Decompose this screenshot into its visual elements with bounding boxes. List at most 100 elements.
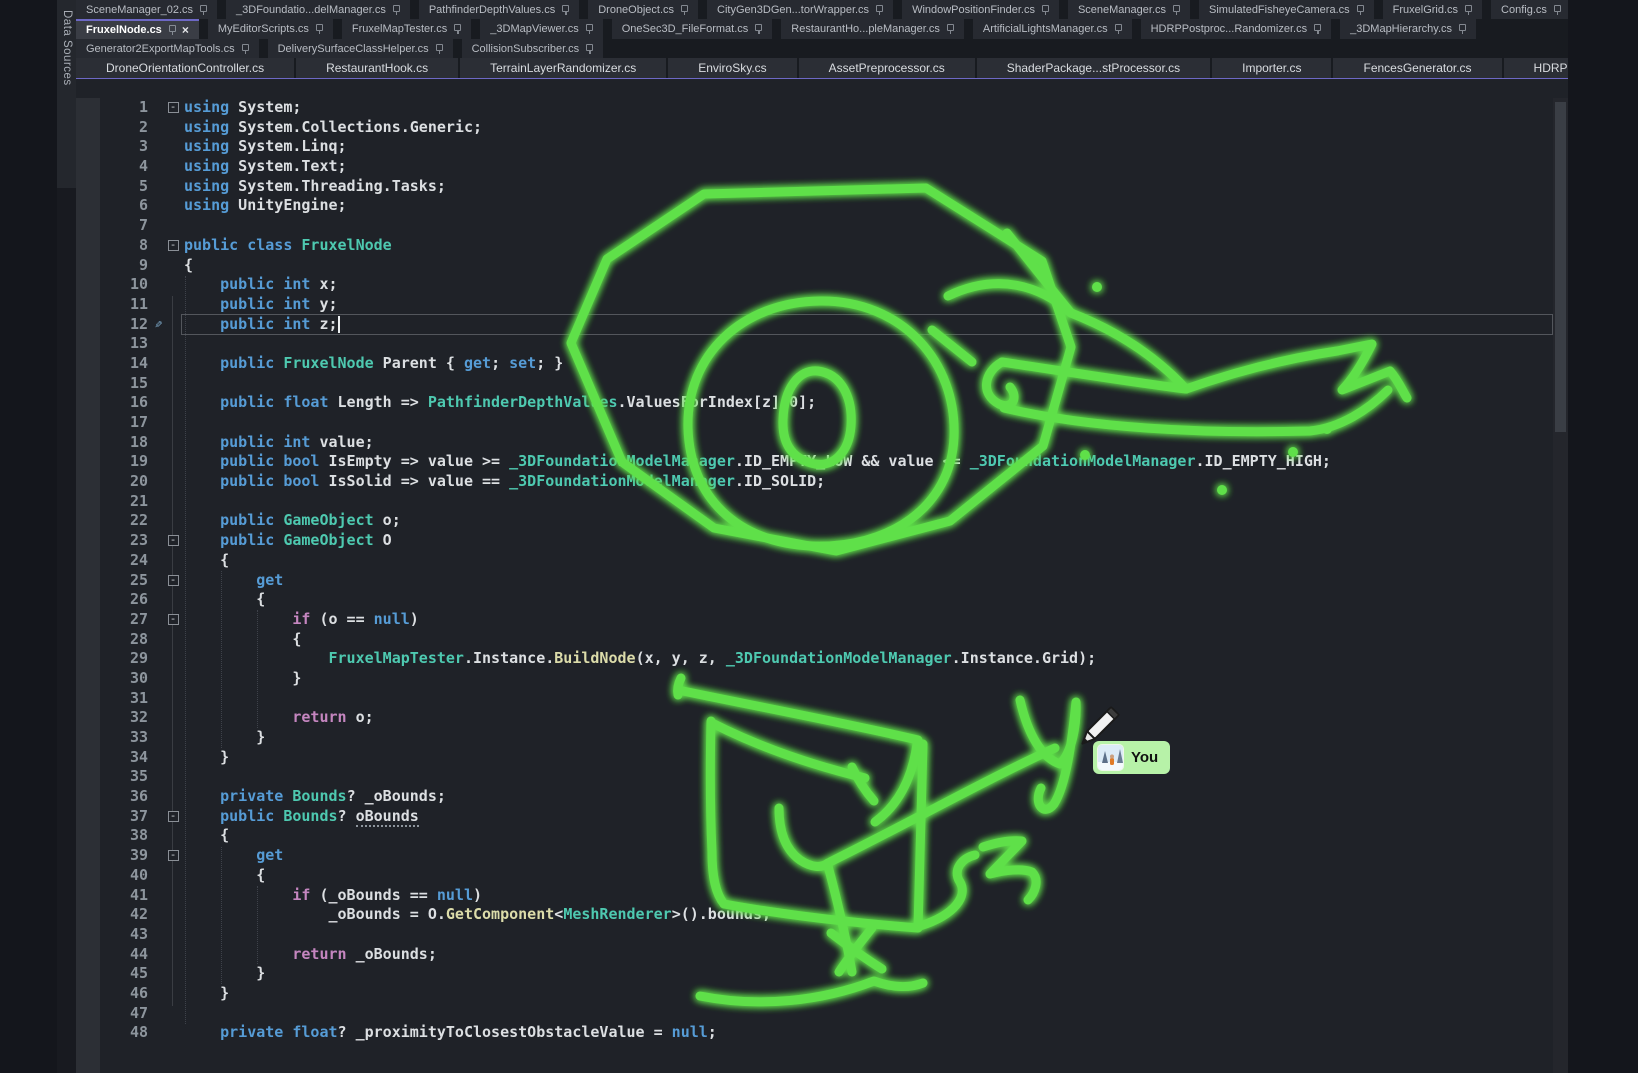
code-line[interactable]: 2using System.Collections.Generic; [76,118,1553,138]
pin-icon[interactable] [241,43,249,55]
code-line[interactable]: 17 [76,413,1553,433]
code-line[interactable]: 31 [76,689,1553,709]
code-editor[interactable]: 1-using System;2using System.Collections… [76,79,1568,1073]
code-line[interactable]: 14 public FruxelNode Parent { get; set; … [76,354,1553,374]
pin-icon[interactable] [875,4,883,16]
editor-tab[interactable]: ShaderPackage...stProcessor.cs [977,58,1210,78]
code-line[interactable]: 19 public bool IsEmpty => value >= _3DFo… [76,452,1553,472]
code-line[interactable]: 5using System.Threading.Tasks; [76,177,1553,197]
collapse-icon[interactable]: - [168,575,179,586]
code-line[interactable]: 42 _oBounds = O.GetComponent<MeshRendere… [76,905,1553,925]
pin-icon[interactable] [1114,23,1122,35]
fold-gutter[interactable]: - [162,846,184,866]
editor-tab[interactable]: FencesGenerator.cs [1333,58,1501,78]
code-line[interactable]: 6using UnityEngine; [76,196,1553,216]
pin-icon[interactable] [1458,23,1466,35]
pin-icon[interactable] [1464,4,1472,16]
code-line[interactable]: 41 if (_oBounds == null) [76,886,1553,906]
editor-tab[interactable]: RestaurantHo...pleManager.cs [781,19,964,39]
pin-icon[interactable] [315,23,323,35]
fold-gutter[interactable]: - [162,807,184,827]
sidebar-tab-data-sources[interactable]: Data Sources [57,0,76,188]
code-line[interactable]: 18 public int value; [76,433,1553,453]
pin-icon[interactable] [435,43,443,55]
code-line[interactable]: 32 return o; [76,708,1553,728]
vertical-scrollbar[interactable] [1553,98,1568,1073]
code-line[interactable]: 35 [76,767,1553,787]
pin-icon[interactable] [946,23,954,35]
editor-tab[interactable]: FruxelGrid.cs [1383,0,1482,19]
editor-tab[interactable]: FruxelNode.cs× [76,19,199,39]
code-line[interactable]: 16 public float Length => PathfinderDept… [76,393,1553,413]
code-line[interactable]: 28 { [76,630,1553,650]
code-line[interactable]: 30 } [76,669,1553,689]
editor-tab[interactable]: CityGen3DGen...torWrapper.cs [707,0,893,19]
code-line[interactable]: 9{ [76,256,1553,276]
editor-tab[interactable]: _3DFoundatio...delManager.cs [226,0,410,19]
code-line[interactable]: 1-using System; [76,98,1553,118]
pin-icon[interactable] [392,4,400,16]
code-line[interactable]: 34 } [76,748,1553,768]
editor-tab[interactable]: DroneObject.cs [588,0,698,19]
pin-icon[interactable] [1356,4,1364,16]
fold-gutter[interactable]: - [162,610,184,630]
code-line[interactable]: 37- public Bounds? oBounds [76,807,1553,827]
editor-tab[interactable]: RestaurantHook.cs [296,58,458,78]
code-line[interactable]: 13 [76,334,1553,354]
editor-tab[interactable]: _3DMapHierarchy.cs [1340,19,1476,39]
pin-icon[interactable] [561,4,569,16]
editor-tab[interactable]: HDRPPostproce...izerEditor.cs [1504,58,1568,78]
collapse-icon[interactable]: - [168,614,179,625]
code-line[interactable]: 38 { [76,826,1553,846]
pin-icon[interactable] [585,23,593,35]
pin-icon[interactable] [453,23,461,35]
editor-tab[interactable]: EnviroSky.cs [668,58,796,78]
code-line[interactable]: 29 FruxelMapTester.Instance.BuildNode(x,… [76,649,1553,669]
editor-tab[interactable]: Importer.cs [1212,58,1331,78]
code-line[interactable]: 22 public GameObject o; [76,511,1553,531]
editor-tab[interactable]: OneSec3D_FileFormat.cs [612,19,773,39]
code-line[interactable]: 25- get [76,571,1553,591]
pin-icon[interactable] [1313,23,1321,35]
editor-tab[interactable]: DroneOrientationController.cs [76,58,294,78]
editor-tab[interactable]: CollisionSubscriber.cs [462,39,604,58]
editor-tab[interactable]: FruxelMapTester.cs [342,19,471,39]
code-line[interactable]: 39- get [76,846,1553,866]
code-line[interactable]: 24 { [76,551,1553,571]
editor-tab[interactable]: DeliverySurfaceClassHelper.cs [268,39,453,58]
code-line[interactable]: 27- if (o == null) [76,610,1553,630]
collapse-icon[interactable]: - [168,850,179,861]
code-line[interactable]: 3using System.Linq; [76,137,1553,157]
collapse-icon[interactable]: - [168,240,179,251]
editor-tab[interactable]: TerrainLayerRandomizer.cs [460,58,666,78]
editor-tab[interactable]: SimulatedFisheyeCamera.cs [1199,0,1374,19]
pin-icon[interactable] [754,23,762,35]
fold-gutter[interactable]: - [162,236,184,256]
code-line[interactable]: 46 } [76,984,1553,1004]
editor-tab[interactable]: Generator2ExportMapTools.cs [76,39,259,58]
code-line[interactable]: 45 } [76,964,1553,984]
pin-icon[interactable] [1172,4,1180,16]
editor-tab[interactable]: MyEditorScripts.cs [208,19,333,39]
editor-tab[interactable]: SceneManager_02.cs [76,0,217,19]
pin-icon[interactable] [1553,4,1561,16]
code-line[interactable]: 8-public class FruxelNode [76,236,1553,256]
collapse-icon[interactable]: - [168,535,179,546]
pin-icon[interactable] [1041,4,1049,16]
editor-tab[interactable]: _3DMapViewer.cs [480,19,602,39]
code-line[interactable]: 10 public int x; [76,275,1553,295]
code-line[interactable]: 47 [76,1004,1553,1024]
fold-gutter[interactable]: - [162,98,184,118]
close-icon[interactable]: × [182,24,189,36]
code-line[interactable]: 21 [76,492,1553,512]
code-line[interactable]: 20 public bool IsSolid => value == _3DFo… [76,472,1553,492]
code-line[interactable]: 43 [76,925,1553,945]
editor-tab[interactable]: PathfinderDepthValues.cs [419,0,579,19]
pin-icon[interactable] [585,43,593,55]
code-line[interactable]: 15 [76,374,1553,394]
collapse-icon[interactable]: - [168,102,179,113]
collapse-icon[interactable]: - [168,811,179,822]
pin-icon[interactable] [199,4,207,16]
editor-tab[interactable]: AssetPreprocessor.cs [799,58,975,78]
code-line[interactable]: 36 private Bounds? _oBounds; [76,787,1553,807]
